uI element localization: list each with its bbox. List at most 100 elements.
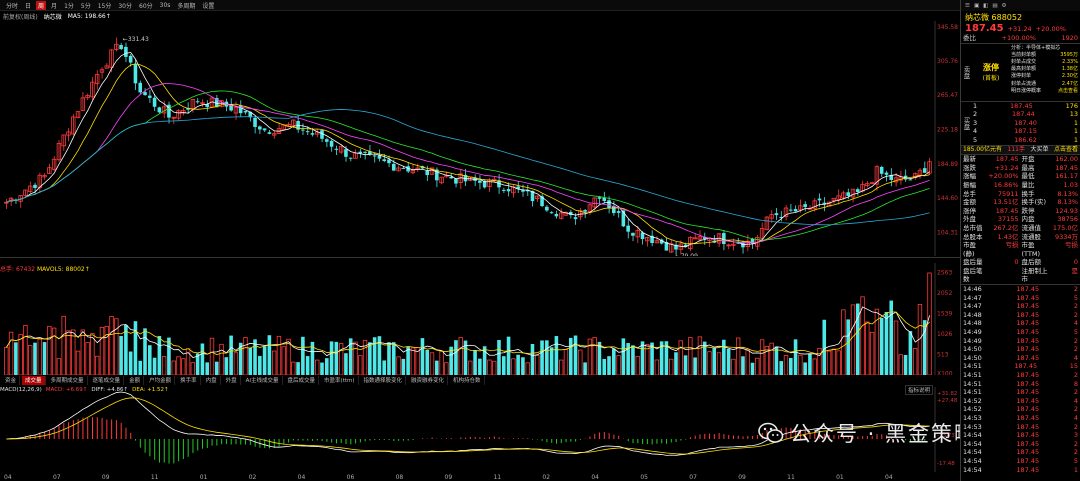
buy-level-row[interactable]: 3 187.40 1 [971,119,1080,128]
field-label: 量比 [1021,180,1035,189]
volume-bar [233,352,239,375]
indicator-tab[interactable]: 机构持仓数 [450,376,485,385]
panel-icon[interactable]: ☰ [965,3,970,9]
candle-body [631,232,635,236]
panel-icon[interactable]: ▤ [992,3,997,9]
indicator-tab[interactable]: 内盘 [203,376,221,385]
field-label: 盘后量 [963,258,983,267]
field-value: 162.00 [1055,155,1079,164]
indicator-tab[interactable]: 逐笔成交量 [90,376,125,385]
volume-bar [429,352,435,375]
tick-price: 187.45 [1016,336,1040,345]
buy-level-row[interactable]: 1 187.45 176 [971,102,1080,111]
volume-bar [138,360,143,375]
stat-label: 涨停封单 [1011,73,1032,80]
candle-body [401,167,406,169]
tick-row: 14:47 187.45 2 [961,302,1080,311]
indicator-tab[interactable]: AI主线成交量 [243,376,283,385]
indicator-tab[interactable]: 换手率 [177,376,201,385]
period-tab[interactable]: 15分 [96,1,114,10]
volume-chart[interactable]: 2563 2052 1539 1026 513 X100 [0,263,960,375]
period-tab[interactable]: 1分 [62,1,76,10]
volume-bar [119,335,123,375]
low-annotation: ←79.09 [676,253,698,256]
indicator-tab[interactable]: 户均金额 [146,376,176,385]
period-tab[interactable]: 分时 [4,1,20,10]
volume-bar [755,357,760,375]
tick-time: 14:51 [963,379,982,388]
period-tab[interactable]: 5分 [79,1,93,10]
indicator-tab[interactable]: 金额 [126,376,145,385]
buy-level-row[interactable]: 5 186.62 1 [971,136,1080,145]
limit-stat-row: 封单占流通 2.47亿 [1011,81,1080,88]
sell-side-label: 卖盘 [962,65,970,79]
volume-bar [4,346,9,375]
tick-price: 187.45 [1016,345,1040,354]
indicator-tab[interactable]: 资金 [2,376,21,385]
indicator-tabs: 资金 成交量 多周期成交量 逐笔成交量 金额 户均金额 换手率 内盘 外盘 AI主线成交量 盘后成交… [0,376,960,385]
panel-icon[interactable]: ◧ [983,3,988,9]
tick-qty: 2 [1073,310,1078,319]
field-label: 最低 [1021,172,1035,181]
tick-row: 14:54 187.45 2 [961,448,1080,457]
candle-body [382,159,386,162]
volume-bar [258,355,262,375]
candle-body [793,209,798,212]
period-tab[interactable]: 周 [36,0,47,10]
buy-level-row[interactable]: 2 187.44 13 [971,110,1080,119]
tick-time: 14:48 [963,319,982,328]
period-tab[interactable]: 设置 [200,1,216,10]
field-label: 换手(实) [1021,198,1047,207]
big-order-link[interactable]: 点击查看 [1054,146,1078,155]
period-tab[interactable]: 30分 [116,1,134,10]
indicator-tab[interactable]: 市盈率(ttm) [321,376,359,385]
tick-time: 14:52 [963,396,982,405]
volume-bar [779,361,784,375]
buy-level-row[interactable]: 4 187.15 1 [971,127,1080,136]
volume-bar [850,304,856,375]
volume-bar [563,349,569,375]
period-tab[interactable]: 30s [158,2,173,9]
date-label: 04 [885,474,893,481]
adjust-mode-label[interactable]: 前复权(周线) [3,12,38,21]
indicator-tab[interactable]: 外盘 [223,376,241,385]
field-label: 盘后额 [1021,258,1042,267]
panel-icon[interactable]: ▣ [974,3,979,9]
watermark: 公众号 · 黑金策略 [758,418,977,448]
period-tab[interactable]: 月 [49,1,59,10]
date-label: 04 [591,474,599,481]
volume-bar [487,359,492,375]
candlestick-chart[interactable]: 345.58 305.76 265.47 225.18 184.89 144.60 104.… [0,21,960,256]
panel-icon[interactable]: ⚙ [1002,3,1007,9]
volume-bar [104,325,109,375]
tick-qty: 2 [1073,388,1078,397]
indicator-tab[interactable]: 指数通择股变化 [361,376,407,385]
period-tab[interactable]: 60分 [137,1,155,10]
tick-qty: 2 [1073,285,1078,294]
big-order-row[interactable]: 185.00亿元有 111手 大买单 点击查看 [961,145,1080,156]
tick-price: 187.45 [1016,319,1040,328]
level-qty: 176 [1065,101,1078,110]
volume-bar [401,358,406,375]
analysis-text[interactable]: 分析：半导体+模拟芯 [1011,45,1080,52]
indicator-tab[interactable]: 成交量 [22,376,46,385]
candle-body [324,139,329,142]
quote-panel: ☰ ▣ ◧ ▤ ⚙ 纳芯微 688052 187.45 +31.24 +20.00% 委… [960,0,1080,481]
tick-price: 187.45 [1016,439,1040,448]
period-tab[interactable]: 日 [23,1,33,10]
big-order-lots: 111手 [1007,145,1025,153]
indicator-tab[interactable]: 融资融券变化 [408,376,449,385]
quote-field-row: 总手 75911 换手 8.13% [961,190,1080,199]
volume-bar [903,354,908,375]
field-label: 开盘 [1021,155,1035,164]
level-index: 2 [973,110,978,119]
date-label: 11 [151,474,159,481]
volume-axis-label: 1026 [937,331,952,338]
volume-bar [669,358,674,375]
indicator-tab[interactable]: 盘后成交量 [285,376,320,385]
indicator-tab[interactable]: 多周期成交量 [48,376,88,385]
period-tab[interactable]: 多周期 [175,1,197,10]
field-value: 124.93 [1055,206,1079,215]
tick-row: 14:52 187.45 2 [961,405,1080,414]
field-value: 187.45 [1055,163,1079,172]
